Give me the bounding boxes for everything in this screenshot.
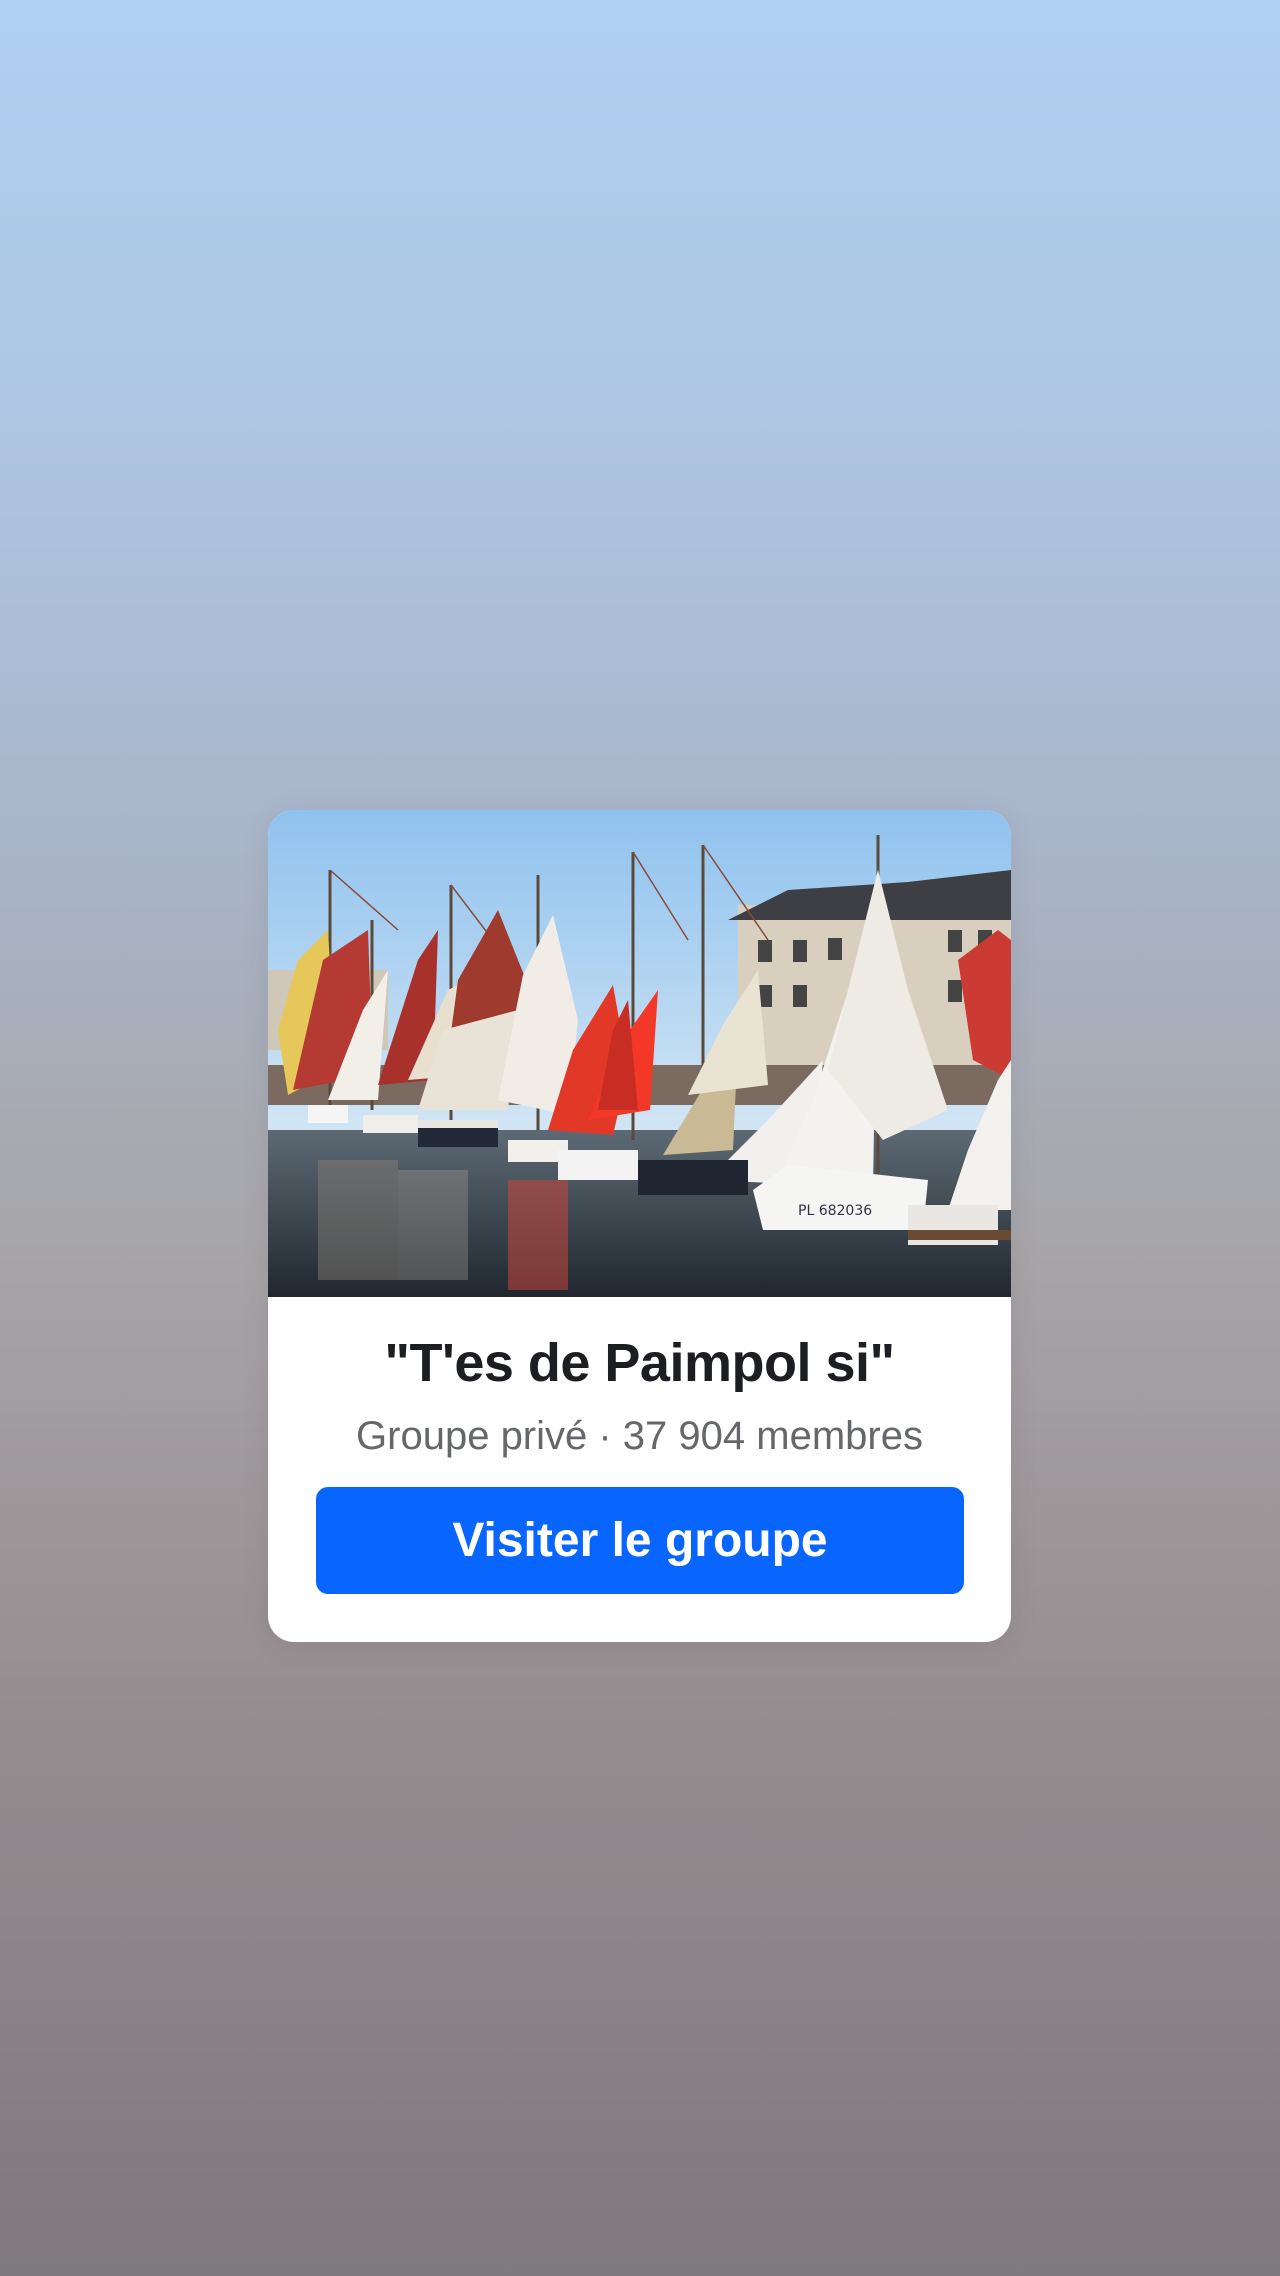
group-preview-card: PL 682036 "T'es de Paimpol si" Groupe pr… xyxy=(268,810,1011,1642)
svg-text:PL 682036: PL 682036 xyxy=(798,1203,872,1219)
group-name[interactable]: "T'es de Paimpol si" xyxy=(268,1332,1011,1394)
group-meta-info: Groupe privé · 37 904 membres xyxy=(356,1414,923,1458)
group-cover-photo: PL 682036 xyxy=(268,810,1011,1297)
visit-group-button[interactable]: Visiter le groupe xyxy=(316,1487,964,1594)
